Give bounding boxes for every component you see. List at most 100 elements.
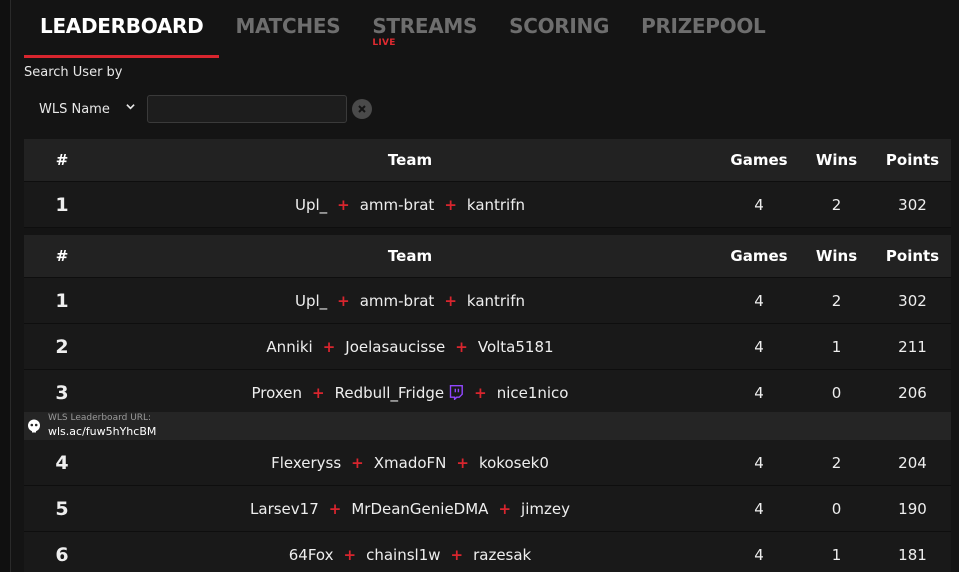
player-name[interactable]: XmadoFN <box>374 454 447 472</box>
tab-streams[interactable]: STREAMS LIVE <box>356 0 493 58</box>
wins: 0 <box>831 383 842 402</box>
header-wins: Wins <box>815 247 858 265</box>
player-name[interactable]: Volta5181 <box>478 338 554 356</box>
table-row[interactable]: 4 Flexeryss + XmadoFN + kokosek0 4 2 204 <box>24 440 951 486</box>
points: 302 <box>898 291 927 310</box>
wins: 2 <box>831 195 842 214</box>
tab-matches[interactable]: MATCHES <box>219 0 356 58</box>
games: 4 <box>754 453 764 472</box>
highlight-table: # Team Games Wins Points 1 Upl_ + amm-brat… <box>24 139 951 228</box>
games: 4 <box>754 291 764 310</box>
team: Larsev17 + MrDeanGenieDMA + jimzey <box>100 486 720 531</box>
player-name[interactable]: amm-brat <box>360 196 435 214</box>
header-points: Points <box>885 151 940 169</box>
header-rank: # <box>55 247 69 265</box>
header-rank: # <box>55 151 69 169</box>
points: 204 <box>898 453 927 472</box>
wins: 1 <box>831 337 842 356</box>
player-name[interactable]: MrDeanGenieDMA <box>351 500 488 518</box>
twitch-icon[interactable] <box>448 385 464 401</box>
left-frame <box>0 0 11 572</box>
leaderboard-table: # Team Games Wins Points 1 Upl_ + amm-brat… <box>24 235 951 416</box>
header-games: Games <box>730 247 788 265</box>
leaderboard-table-continued: 4 Flexeryss + XmadoFN + kokosek0 4 2 204 5 L… <box>24 440 951 572</box>
games: 4 <box>754 499 764 518</box>
player-name[interactable]: Upl_ <box>295 196 327 214</box>
plus-icon: + <box>450 545 464 564</box>
player-name[interactable]: 64Fox <box>289 546 334 564</box>
wins: 2 <box>831 453 842 472</box>
team: 64Fox + chainsl1w + razesak <box>100 532 720 572</box>
chevron-down-icon <box>126 104 135 110</box>
table-row[interactable]: 6 64Fox + chainsl1w + razesak 4 1 181 <box>24 532 951 572</box>
plus-icon: + <box>351 453 364 472</box>
plus-icon: + <box>455 337 468 356</box>
plus-icon: + <box>444 291 457 310</box>
banner-url[interactable]: wls.ac/fuw5hYhcBM <box>48 425 156 438</box>
player-name[interactable]: kantrifn <box>467 196 525 214</box>
table-header: # Team Games Wins Points <box>24 235 951 278</box>
wins: 0 <box>831 499 842 518</box>
player-name[interactable]: Upl_ <box>295 292 327 310</box>
player-name[interactable]: amm-brat <box>360 292 435 310</box>
plus-icon: + <box>498 499 512 518</box>
points: 181 <box>898 545 927 564</box>
search-type-value: WLS Name <box>39 101 110 117</box>
games: 4 <box>754 383 764 402</box>
wls-logo-icon <box>28 419 40 433</box>
plus-icon: + <box>337 291 350 310</box>
table-row[interactable]: 1 Upl_ + amm-brat + kantrifn 4 2 302 <box>24 278 951 324</box>
header-wins: Wins <box>815 151 858 169</box>
team: Anniki + Joelasaucisse + Volta5181 <box>100 324 720 369</box>
player-name[interactable]: kantrifn <box>467 292 525 310</box>
team: Upl_ + amm-brat + kantrifn <box>100 182 720 227</box>
rank: 2 <box>55 335 69 358</box>
player-name[interactable]: Larsev17 <box>250 500 319 518</box>
live-badge: LIVE <box>372 38 396 48</box>
team: Proxen + Redbull_Fridge + nice1nico <box>100 370 720 415</box>
games: 4 <box>754 337 764 356</box>
tab-leaderboard[interactable]: LEADERBOARD <box>24 0 220 58</box>
games: 4 <box>754 545 764 564</box>
table-row[interactable]: 1 Upl_ + amm-brat + kantrifn 4 2 302 <box>24 182 951 228</box>
rank: 6 <box>55 543 69 566</box>
points: 206 <box>898 383 927 402</box>
player-name[interactable]: Flexeryss <box>271 454 341 472</box>
player-name[interactable]: Proxen <box>252 384 303 402</box>
table-header: # Team Games Wins Points <box>24 139 951 182</box>
team: Upl_ + amm-brat + kantrifn <box>100 278 720 323</box>
table-row[interactable]: 3 Proxen + Redbull_Fridge + nice1nico 4 0 20… <box>24 370 951 416</box>
plus-icon: + <box>343 545 357 564</box>
tab-scoring[interactable]: SCORING <box>493 0 625 58</box>
player-name[interactable]: chainsl1w <box>366 546 440 564</box>
plus-icon: + <box>456 453 469 472</box>
rank: 3 <box>55 381 69 404</box>
wins: 2 <box>831 291 842 310</box>
plus-icon: + <box>322 337 336 356</box>
rank: 1 <box>55 193 69 216</box>
top-tabs: LEADERBOARD MATCHES STREAMS LIVE SCORING … <box>24 0 781 58</box>
table-row[interactable]: 2 Anniki + Joelasaucisse + Volta5181 4 1 211 <box>24 324 951 370</box>
player-name[interactable]: razesak <box>473 546 531 564</box>
player-name[interactable]: jimzey <box>521 500 570 518</box>
header-games: Games <box>730 151 788 169</box>
rank: 5 <box>55 497 69 520</box>
header-points: Points <box>885 247 940 265</box>
tab-prizepool[interactable]: PRIZEPOOL <box>625 0 781 58</box>
player-name[interactable]: kokosek0 <box>479 454 549 472</box>
player-name[interactable]: nice1nico <box>497 384 569 402</box>
points: 211 <box>898 337 927 356</box>
player-name[interactable]: Anniki <box>266 338 312 356</box>
plus-icon: + <box>337 195 350 214</box>
rank: 4 <box>55 451 69 474</box>
search-input[interactable] <box>147 95 347 123</box>
table-row[interactable]: 5 Larsev17 + MrDeanGenieDMA + jimzey 4 0 190 <box>24 486 951 532</box>
banner-label: WLS Leaderboard URL: <box>48 413 152 423</box>
header-team: Team <box>387 151 433 169</box>
search-type-select[interactable]: WLS Name <box>26 93 142 125</box>
player-name[interactable]: Redbull_Fridge <box>335 384 445 402</box>
player-name[interactable]: Joelasaucisse <box>345 338 445 356</box>
plus-icon: + <box>312 383 325 402</box>
close-circle-icon[interactable] <box>352 99 372 119</box>
games: 4 <box>754 195 764 214</box>
